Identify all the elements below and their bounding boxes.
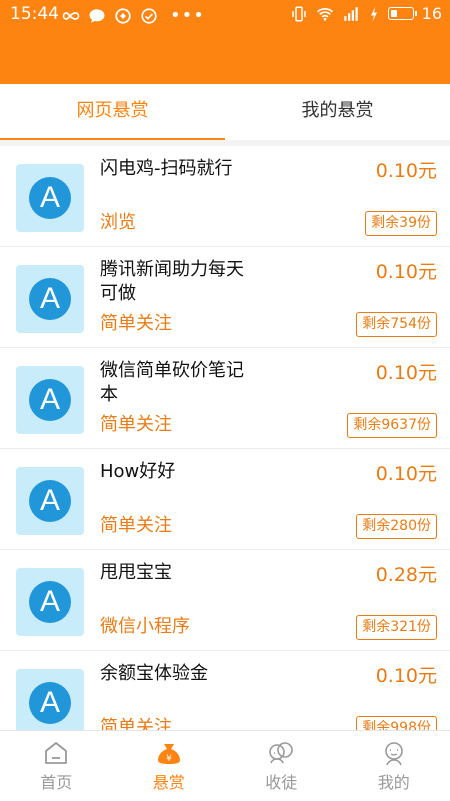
task-avatar: A	[16, 568, 84, 636]
list-item[interactable]: A 腾讯新闻助力每天可做 简单关注 0.10元 剩余754份	[0, 247, 450, 348]
app-letter-icon: A	[29, 682, 71, 724]
status-bar: 15:44 ••• 16	[0, 0, 450, 28]
nav-profile-label: 我的	[378, 773, 410, 792]
svg-text:¥: ¥	[166, 754, 172, 764]
wifi-icon	[316, 5, 334, 23]
task-title: 甩甩宝宝	[100, 561, 260, 585]
vibrate-icon	[290, 5, 308, 23]
nav-reward[interactable]: ¥ 悬赏	[113, 731, 226, 801]
nav-reward-label: 悬赏	[153, 773, 185, 792]
app-letter-icon: A	[29, 177, 71, 219]
signal-icon	[342, 5, 360, 23]
disciples-icon	[267, 739, 295, 767]
list-item[interactable]: A How好好 简单关注 0.10元 剩余280份	[0, 449, 450, 550]
remaining-badge: 剩余9637份	[347, 413, 437, 438]
task-price: 0.10元	[376, 459, 437, 486]
task-price: 0.10元	[376, 661, 437, 688]
task-category: 简单关注	[100, 713, 172, 730]
home-icon	[42, 739, 70, 767]
profile-icon	[380, 739, 408, 767]
task-avatar: A	[16, 467, 84, 535]
remaining-badge: 剩余754份	[356, 312, 437, 337]
list-item[interactable]: A 甩甩宝宝 微信小程序 0.28元 剩余321份	[0, 550, 450, 651]
remaining-badge: 剩余998份	[356, 716, 437, 730]
nav-home[interactable]: 首页	[0, 731, 113, 801]
app-letter-icon: A	[29, 480, 71, 522]
tab-my-rewards[interactable]: 我的悬赏	[225, 84, 450, 140]
remaining-badge: 剩余321份	[356, 615, 437, 640]
app-letter-icon: A	[29, 379, 71, 421]
task-avatar: A	[16, 265, 84, 333]
task-category: 微信小程序	[100, 612, 190, 638]
task-avatar: A	[16, 669, 84, 730]
task-category: 简单关注	[100, 511, 172, 537]
task-price: 0.28元	[376, 560, 437, 587]
bottom-nav: 首页 ¥ 悬赏 收徒 我的	[0, 730, 450, 801]
app-header: 15:44 ••• 16	[0, 0, 450, 84]
task-title: How好好	[100, 460, 260, 484]
reward-bag-icon: ¥	[155, 739, 183, 767]
task-avatar: A	[16, 164, 84, 232]
charging-icon	[368, 5, 380, 23]
task-title: 余额宝体验金	[100, 662, 260, 686]
app-letter-icon: A	[29, 278, 71, 320]
battery-icon	[388, 7, 414, 20]
more-notifications-icon: •••	[170, 5, 205, 26]
nav-home-label: 首页	[40, 773, 72, 792]
list-item[interactable]: A 余额宝体验金 简单关注 0.10元 剩余998份	[0, 651, 450, 730]
task-category: 简单关注	[100, 410, 172, 436]
remaining-badge: 剩余39份	[365, 211, 437, 236]
task-category: 浏览	[100, 208, 136, 234]
task-avatar: A	[16, 366, 84, 434]
reward-list: A 闪电鸡-扫码就行 浏览 0.10元 剩余39份 A 腾讯新闻助力每天可做 简…	[0, 146, 450, 730]
task-title: 微信简单砍价笔记本	[100, 359, 260, 407]
task-title: 腾讯新闻助力每天可做	[100, 258, 260, 306]
nav-profile[interactable]: 我的	[338, 731, 450, 801]
tab-bar: 网页悬赏 我的悬赏	[0, 84, 450, 141]
list-item[interactable]: A 闪电鸡-扫码就行 浏览 0.10元 剩余39份	[0, 146, 450, 247]
check-circle-icon	[140, 7, 158, 25]
status-time: 15:44	[10, 4, 59, 24]
nav-disciples[interactable]: 收徒	[225, 731, 338, 801]
message-icon	[88, 7, 106, 25]
tab-web-rewards[interactable]: 网页悬赏	[0, 84, 225, 140]
task-price: 0.10元	[376, 257, 437, 284]
remaining-badge: 剩余280份	[356, 514, 437, 539]
battery-level: 16	[422, 4, 442, 23]
task-price: 0.10元	[376, 358, 437, 385]
infinity-icon	[62, 7, 80, 25]
task-title: 闪电鸡-扫码就行	[100, 157, 260, 181]
list-item[interactable]: A 微信简单砍价笔记本 简单关注 0.10元 剩余9637份	[0, 348, 450, 449]
app-letter-icon: A	[29, 581, 71, 623]
sync-icon	[114, 7, 132, 25]
nav-disciples-label: 收徒	[265, 773, 297, 792]
task-category: 简单关注	[100, 309, 172, 335]
task-price: 0.10元	[376, 156, 437, 183]
